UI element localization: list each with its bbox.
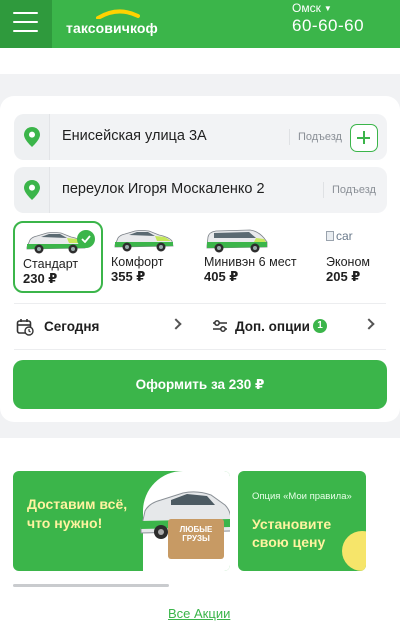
- to-address-field[interactable]: переулок Игоря Москаленко 2 Подъезд: [14, 167, 387, 213]
- date-selector[interactable]: Сегодня: [14, 312, 190, 342]
- box-label: ЛЮБЫЕ ГРУЗЫ: [179, 525, 213, 543]
- minivan-icon: [206, 229, 268, 253]
- city-label: Омск: [292, 1, 321, 15]
- tariff-name: Эконом: [326, 255, 370, 269]
- phone-number[interactable]: 60-60-60: [292, 16, 364, 36]
- promo-banner-delivery[interactable]: Доставим всё, что нужно! ЛЮБЫЕ ГРУЗЫ: [13, 471, 230, 571]
- promo-title-line: Установите: [252, 516, 332, 532]
- extra-options-selector[interactable]: Доп. опции 1: [210, 312, 386, 342]
- tariff-price: 355 ₽: [111, 269, 146, 284]
- add-stop-button[interactable]: [350, 124, 378, 152]
- from-pin-button[interactable]: [14, 114, 50, 160]
- tariff-name: Стандарт: [23, 257, 79, 271]
- promo-subtitle: Опция «Мои правила»: [252, 491, 352, 502]
- to-address-text[interactable]: переулок Игоря Москаленко 2: [62, 181, 265, 197]
- tariff-comfort[interactable]: Комфорт 355 ₽: [103, 221, 193, 293]
- tariff-price: 230 ₽: [23, 271, 58, 286]
- chevron-right-icon: [363, 318, 375, 330]
- from-address-field[interactable]: Енисейская улица 3А Подъезд: [14, 114, 387, 160]
- tariff-price: 205 ₽: [326, 269, 361, 284]
- logo[interactable]: таксовичкоф: [66, 5, 176, 39]
- car-icon: [114, 230, 174, 252]
- from-entrance-input[interactable]: Подъезд: [289, 129, 342, 145]
- broken-image-icon: car: [326, 229, 353, 243]
- location-pin-icon: [24, 180, 40, 200]
- divider: [14, 303, 386, 304]
- caret-down-icon: ▼: [323, 4, 332, 13]
- app-header: таксовичкоф Омск ▼ 60-60-60: [0, 0, 400, 48]
- promo-title-line: свою цену: [252, 534, 326, 550]
- tariff-standard[interactable]: Стандарт 230 ₽: [13, 221, 103, 293]
- tariff-minivan[interactable]: Минивэн 6 мест 405 ₽: [196, 221, 310, 293]
- logo-text: таксовичкоф: [66, 20, 158, 36]
- decorative-blob: [342, 531, 366, 571]
- calendar-clock-icon: [16, 319, 34, 336]
- tariff-price: 405 ₽: [204, 269, 239, 284]
- order-button[interactable]: Оформить за 230 ₽: [13, 360, 387, 409]
- all-promos-link[interactable]: Все Акции: [168, 606, 230, 621]
- city-selector[interactable]: Омск ▼: [292, 1, 332, 15]
- promo-title: Установите свою цену: [252, 515, 331, 551]
- tariff-name: Минивэн 6 мест: [204, 255, 297, 269]
- selected-check-icon: [77, 230, 95, 248]
- header-band: [0, 48, 400, 74]
- to-pin-button[interactable]: [14, 167, 50, 213]
- divider: [14, 349, 386, 350]
- promo-title-line: что нужно!: [27, 515, 103, 531]
- cargo-box-image: ЛЮБЫЕ ГРУЗЫ: [168, 519, 224, 559]
- tariff-economy[interactable]: car Эконом 205 ₽: [318, 221, 400, 293]
- promo-title: Доставим всё, что нужно!: [27, 495, 127, 533]
- carousel-scrollbar[interactable]: [13, 584, 169, 587]
- location-pin-icon: [24, 127, 40, 147]
- date-label: Сегодня: [44, 319, 100, 334]
- tariff-name: Комфорт: [111, 255, 164, 269]
- image-alt-text: car: [336, 229, 353, 243]
- from-address-text[interactable]: Енисейская улица 3А: [62, 128, 207, 144]
- extra-options-count-badge: 1: [313, 319, 327, 333]
- extra-options-label: Доп. опции: [235, 319, 310, 334]
- logo-arc-icon: [96, 9, 140, 19]
- sliders-icon: [213, 320, 227, 332]
- promo-title-line: Доставим всё,: [27, 496, 128, 512]
- menu-icon[interactable]: [0, 0, 52, 48]
- chevron-right-icon: [170, 318, 182, 330]
- promo-banner-my-rules[interactable]: Опция «Мои правила» Установите свою цену: [238, 471, 366, 571]
- to-entrance-input[interactable]: Подъезд: [323, 182, 376, 198]
